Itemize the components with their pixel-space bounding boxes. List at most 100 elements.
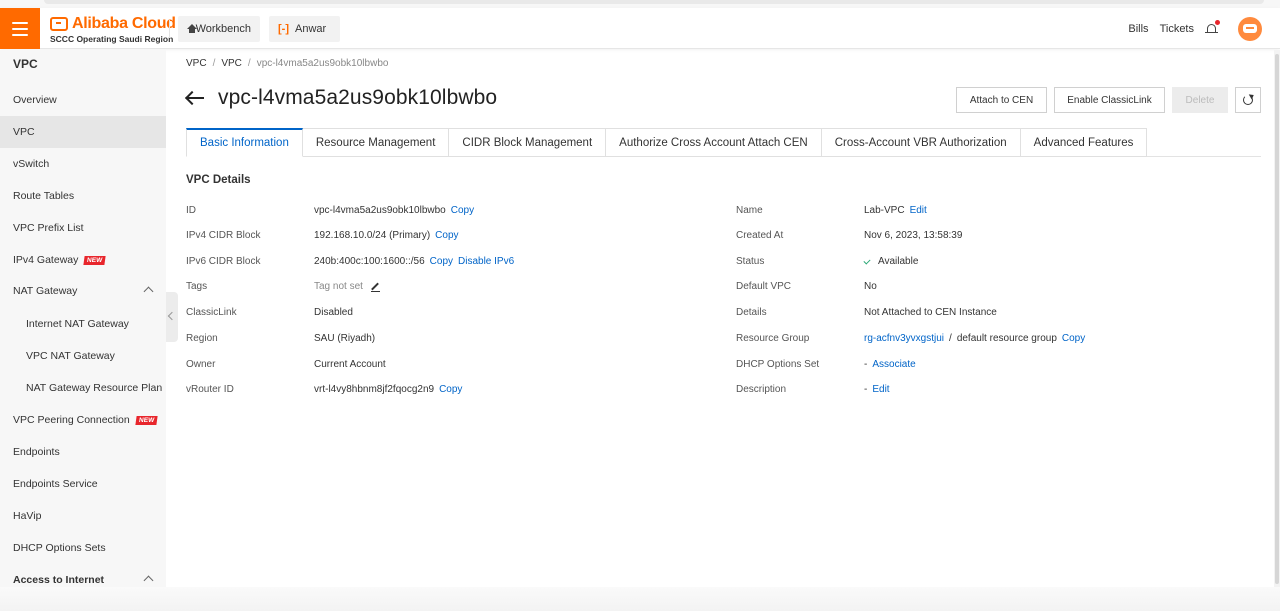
sidebar-item-vpc-nat-gateway[interactable]: VPC NAT Gateway (0, 340, 166, 372)
scrollbar-thumb[interactable] (1275, 54, 1279, 584)
sidebar-item-endpoints-service[interactable]: Endpoints Service (0, 468, 166, 500)
sidebar-item-label: Access to Internet (13, 574, 105, 586)
created-label: Created At (736, 230, 784, 241)
tab-cidr-block-management[interactable]: CIDR Block Management (449, 128, 607, 157)
resource-group-link[interactable]: rg-acfnv3yvxgstjui (864, 332, 944, 346)
sidebar-item-label: HaVip (13, 510, 42, 522)
tab-advanced-features[interactable]: Advanced Features (1020, 128, 1148, 157)
sidebar-item-dhcp-options-sets[interactable]: DHCP Options Sets (0, 532, 166, 564)
check-icon (863, 257, 871, 265)
owner-field: Current Account (314, 358, 386, 372)
avatar[interactable] (1238, 16, 1262, 41)
copy-ipv4-link[interactable]: Copy (435, 229, 458, 243)
sidebar-item-label: VPC (13, 126, 35, 138)
edit-tags-icon[interactable] (370, 283, 380, 292)
tickets-link[interactable]: Tickets (1160, 23, 1194, 35)
created-field: Nov 6, 2023, 13:58:39 (864, 229, 962, 243)
resource-group-field: rg-acfnv3yvxgstjui / default resource gr… (864, 332, 1085, 346)
breadcrumb: VPC / VPC / vpc-l4vma5a2us9obk10lbwbo (186, 58, 388, 69)
brand-logo[interactable]: Alibaba Cloud SCCC Operating Saudi Regio… (50, 15, 176, 44)
attach-to-cen-button[interactable]: Attach to CEN (956, 87, 1047, 113)
tags-value: Tag not set (314, 281, 363, 292)
sidebar-item-internet-nat-gateway[interactable]: Internet NAT Gateway (0, 308, 166, 340)
home-icon (187, 24, 196, 34)
vrouter-field: vrt-l4vy8hbnm8jf2fqocg2n9 Copy (314, 383, 462, 397)
tab-basic-information[interactable]: Basic Information (186, 128, 303, 157)
sidebar-item-vpc-peering-connection[interactable]: VPC Peering Connection NEW (0, 404, 166, 436)
sidebar-group-access-to-internet[interactable]: Access to Internet (0, 564, 166, 587)
notification-bell-icon[interactable] (1205, 19, 1220, 36)
sidebar-item-overview[interactable]: Overview (0, 84, 166, 116)
resource-group-label: Resource Group (736, 333, 810, 344)
sidebar-item-label: IPv4 Gateway (13, 254, 79, 266)
sidebar-item-label: Internet NAT Gateway (26, 318, 129, 330)
copy-resource-group-link[interactable]: Copy (1062, 332, 1085, 346)
sidebar-item-route-tables[interactable]: Route Tables (0, 180, 166, 212)
bills-link[interactable]: Bills (1128, 23, 1148, 35)
id-field: vpc-l4vma5a2us9obk10lbwbo Copy (314, 204, 474, 218)
id-label: ID (186, 205, 196, 216)
sidebar-item-label: Route Tables (13, 190, 75, 202)
sidebar-item-havip[interactable]: HaVip (0, 500, 166, 532)
edit-description-link[interactable]: Edit (872, 383, 889, 397)
owner-value: Current Account (314, 359, 386, 370)
sidebar-item-label: Endpoints Service (13, 478, 98, 490)
sidebar-item-vpc-prefix-list[interactable]: VPC Prefix List (0, 212, 166, 244)
ipv6-field: 240b:400c:100:1600::/56 Copy Disable IPv… (314, 255, 514, 269)
default-vpc-field: No (864, 280, 877, 294)
refresh-button[interactable] (1235, 87, 1261, 113)
breadcrumb-item[interactable]: VPC (186, 58, 207, 69)
top-right-actions: Bills Tickets (1128, 8, 1262, 49)
ipv4-field: 192.168.10.0/24 (Primary) Copy (314, 229, 459, 243)
sidebar-item-endpoints[interactable]: Endpoints (0, 436, 166, 468)
tab-resource-management[interactable]: Resource Management (302, 128, 450, 157)
region-field: SAU (Riyadh) (314, 332, 375, 346)
breadcrumb-separator: / (247, 58, 251, 69)
description-field: - Edit (864, 383, 890, 397)
resource-group-separator: / (949, 333, 952, 344)
breadcrumb-item[interactable]: VPC (221, 58, 242, 69)
scrollbar[interactable] (1274, 50, 1280, 587)
disable-ipv6-link[interactable]: Disable IPv6 (458, 255, 514, 269)
sidebar-item-ipv4-gateway[interactable]: IPv4 Gateway NEW (0, 244, 166, 276)
tab-cross-account-vbr-authorization[interactable]: Cross-Account VBR Authorization (821, 128, 1021, 157)
workbench-label: Workbench (195, 23, 251, 35)
sidebar-item-nat-gateway-resource-plan[interactable]: NAT Gateway Resource Plan (0, 372, 166, 404)
sidebar-item-label: NAT Gateway (13, 285, 78, 297)
ipv6-value: 240b:400c:100:1600::/56 (314, 256, 425, 267)
owner-label: Owner (186, 359, 216, 370)
sidebar-item-label: DHCP Options Sets (13, 542, 106, 554)
sidebar-item-label: VPC NAT Gateway (26, 350, 115, 362)
notification-dot (1215, 19, 1220, 25)
associate-dhcp-link[interactable]: Associate (872, 358, 915, 372)
sidebar-collapse-handle[interactable] (166, 292, 178, 342)
sidebar-title: VPC (13, 57, 38, 71)
browser-address-bar (44, 0, 1264, 4)
sidebar-item-vpc[interactable]: VPC (0, 116, 166, 148)
tab-authorize-cross-account-attach-cen[interactable]: Authorize Cross Account Attach CEN (606, 128, 822, 157)
page-footer-area (0, 587, 1280, 611)
tags-label: Tags (186, 281, 208, 292)
vrouter-value: vrt-l4vy8hbnm8jf2fqocg2n9 (314, 384, 435, 395)
back-arrow-icon[interactable] (186, 91, 204, 105)
user-switcher-button[interactable]: [-] Anwar (269, 16, 340, 42)
alibaba-logo-icon (50, 17, 68, 31)
sidebar-item-vswitch[interactable]: vSwitch (0, 148, 166, 180)
menu-icon[interactable] (0, 8, 40, 49)
details-field: Not Attached to CEN Instance (864, 306, 997, 320)
sidebar-item-nat-gateway[interactable]: NAT Gateway (0, 275, 166, 307)
workbench-button[interactable]: Workbench (178, 16, 260, 42)
new-badge: NEW (135, 416, 158, 425)
sidebar-item-label: Overview (13, 94, 57, 106)
name-label: Name (736, 205, 763, 216)
copy-id-link[interactable]: Copy (451, 204, 474, 218)
page-title: vpc-l4vma5a2us9obk10lbwbo (218, 86, 498, 109)
copy-vrouter-link[interactable]: Copy (439, 383, 462, 397)
copy-ipv6-link[interactable]: Copy (430, 255, 453, 269)
enable-classiclink-button[interactable]: Enable ClassicLink (1054, 87, 1165, 113)
dhcp-dash: - (864, 359, 868, 370)
edit-name-link[interactable]: Edit (910, 204, 927, 218)
default-vpc-value: No (864, 281, 877, 292)
sidebar-item-label: vSwitch (13, 158, 50, 170)
tags-field: Tag not set (314, 280, 380, 294)
